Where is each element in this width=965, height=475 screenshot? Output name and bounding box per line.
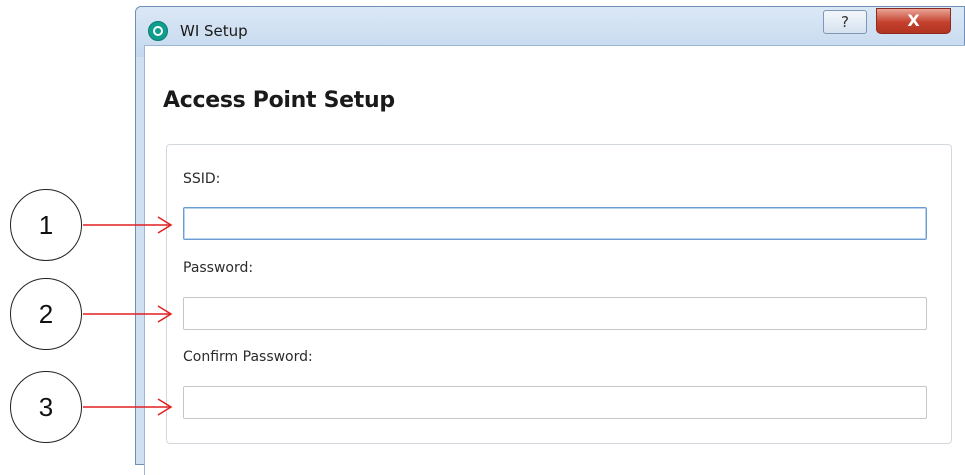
arrow-1: [83, 216, 173, 234]
arrow-2: [83, 305, 173, 323]
callout-3: 3: [10, 371, 82, 443]
callout-arrows: [83, 216, 173, 416]
arrow-3: [83, 398, 173, 416]
callout-1: 1: [10, 189, 82, 261]
callout-2: 2: [10, 278, 82, 350]
